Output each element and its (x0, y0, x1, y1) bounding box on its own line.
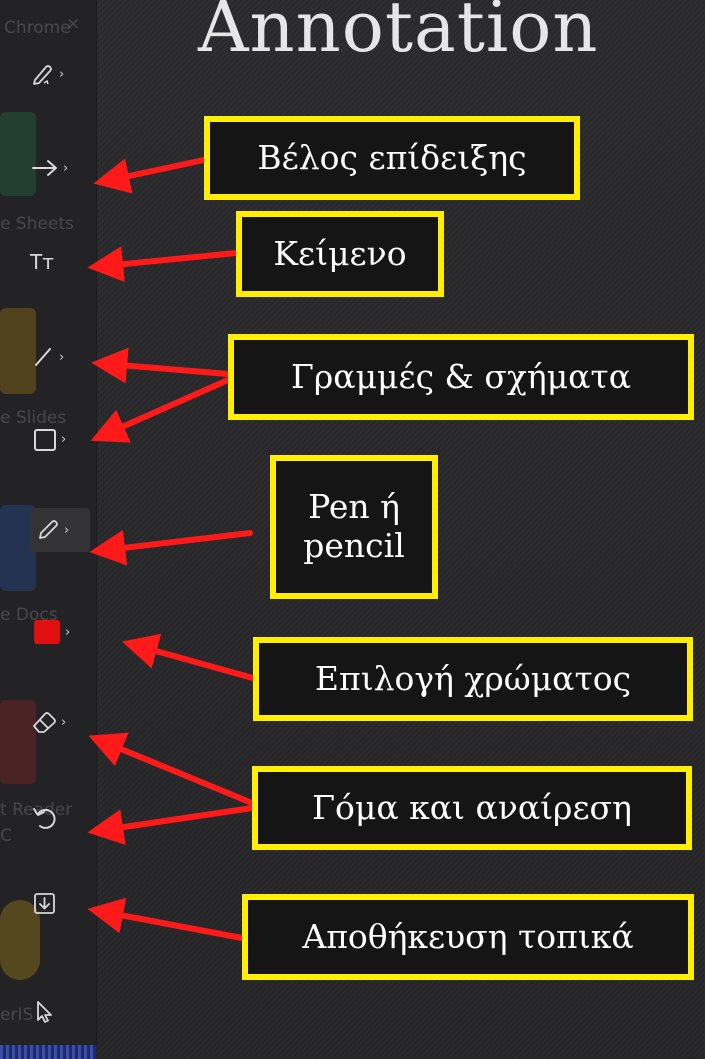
callout-text-text: Κείμενο (273, 233, 407, 273)
callout-pen-line2: pencil (303, 526, 405, 565)
arrow-to-color-picker (121, 633, 263, 683)
callout-color-text: Επιλογή χρώματος (314, 658, 632, 698)
callout-pen-line1: Pen ή (308, 487, 400, 527)
callout-pointer-arrow: Βέλος επίδειξης (204, 116, 580, 200)
arrow-to-line-tool (91, 347, 231, 384)
callout-lines-shapes: Γραμμές & σχήματα (228, 334, 694, 420)
callout-save-local-text: Αποθήκευση τοπικά (302, 916, 634, 956)
callout-pen: Pen ή pencil (270, 455, 438, 599)
callout-text: Κείμενο (236, 211, 444, 297)
arrow-to-shape-tool (90, 377, 231, 443)
callout-eraser-undo-text: Γόμα και αναίρεση (312, 787, 632, 827)
arrow-to-save-button (87, 897, 245, 941)
callout-pointer-arrow-text: Βέλος επίδειξης (257, 137, 527, 177)
arrow-to-arrow-tool (93, 157, 207, 194)
arrow-to-pen-tool (89, 529, 253, 566)
arrow-to-text-tool (87, 246, 239, 283)
callout-save-local: Αποθήκευση τοπικά (242, 894, 694, 980)
arrow-to-undo-button (87, 805, 255, 845)
callout-lines-shapes-text: Γραμμές & σχήματα (291, 356, 631, 396)
callout-eraser-undo: Γόμα και αναίρεση (252, 766, 692, 850)
callout-color: Επιλογή χρώματος (253, 637, 693, 721)
arrow-to-eraser-tool (88, 732, 255, 806)
